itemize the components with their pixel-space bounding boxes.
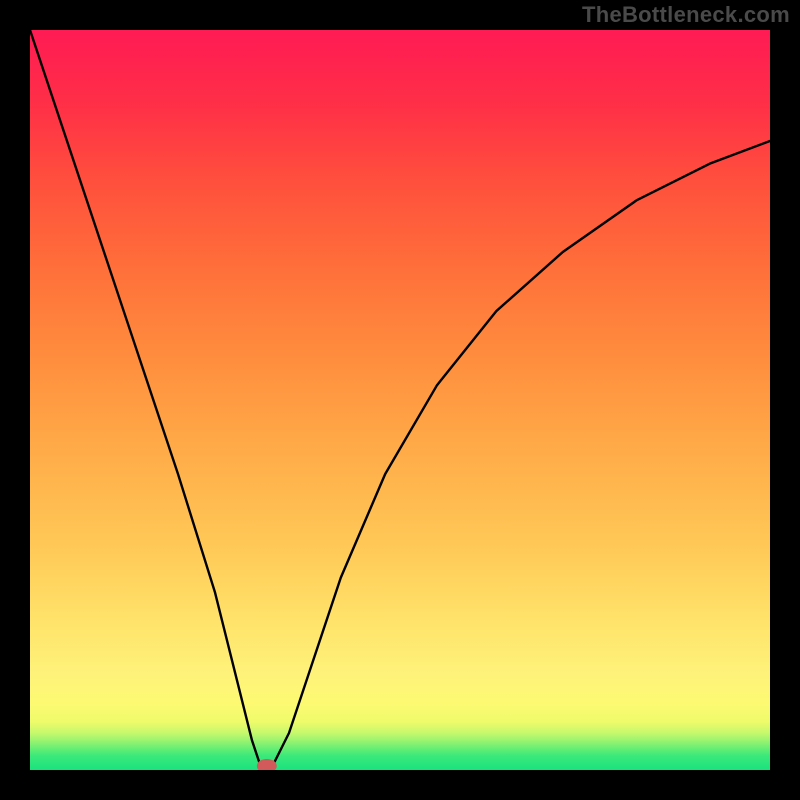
bottleneck-chart-svg [30,30,770,770]
chart-frame: TheBottleneck.com [0,0,800,800]
plot-area [30,30,770,770]
watermark-label: TheBottleneck.com [582,2,790,28]
gradient-background [30,30,770,770]
